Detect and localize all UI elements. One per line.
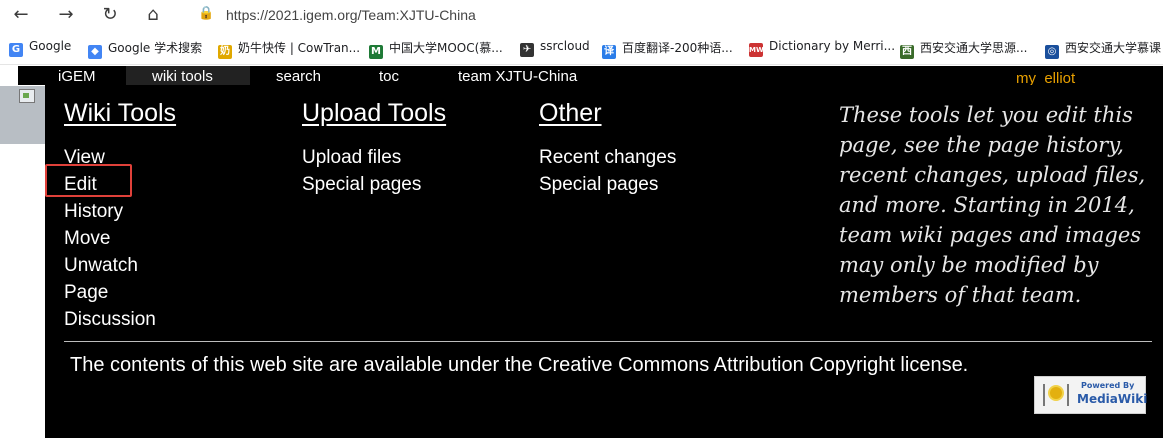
bookmark-baidu-translate[interactable]: 译百度翻译-200种语... (602, 39, 733, 59)
edit-highlight-box (45, 164, 132, 197)
powered-by-text: Powered By (1081, 381, 1135, 390)
back-icon[interactable]: ← (9, 4, 33, 26)
xjtu-icon: 西 (900, 45, 914, 59)
bookmark-label: ssrcloud (540, 39, 590, 53)
tab-team-xjtu-china[interactable]: team XJTU-China (458, 66, 577, 85)
link-recent-changes[interactable]: Recent changes (539, 144, 676, 171)
tab-toc[interactable]: toc (379, 66, 399, 85)
broken-image-icon (19, 89, 35, 103)
license-text: The contents of this web site are availa… (70, 354, 969, 376)
mediawiki-text: MediaWiki (1077, 392, 1148, 406)
link-discussion[interactable]: Discussion (64, 306, 176, 333)
upload-tools-column: Upload Tools Upload files Special pages (302, 99, 446, 198)
bookmark-google[interactable]: G Google (9, 39, 71, 57)
wiki-tools-heading[interactable]: Wiki Tools (64, 99, 176, 128)
igem-top-menu-bar: iGEM wiki tools search toc team XJTU-Chi… (18, 66, 1163, 87)
other-heading[interactable]: Other (539, 99, 676, 128)
broken-image (0, 86, 46, 144)
google-icon: G (9, 43, 23, 57)
bookmark-ssrcloud[interactable]: ✈ ssrcloud (520, 39, 590, 57)
forward-icon[interactable]: → (54, 4, 78, 26)
bookmark-xjtu-siyuan[interactable]: 西西安交通大学思源... (900, 39, 1028, 59)
bookmark-mooc[interactable]: M 中国大学MOOC(慕... (369, 39, 503, 59)
wiki-tools-dropdown: Wiki Tools View Edit History Move Unwatc… (45, 85, 1163, 438)
bookmark-merriam-webster[interactable]: MW Dictionary by Merri... (749, 39, 895, 57)
tab-search[interactable]: search (276, 66, 321, 85)
tab-wiki-tools[interactable]: wiki tools (126, 66, 250, 85)
browser-toolbar: ← → ↻ ⌂ 🔒 https://2021.igem.org/Team:XJT… (0, 0, 1163, 31)
cowtransfer-icon: 奶 (218, 45, 232, 59)
link-special-pages-other[interactable]: Special pages (539, 171, 676, 198)
bookmark-label: 中国大学MOOC(慕... (389, 41, 503, 55)
home-icon[interactable]: ⌂ (141, 4, 165, 26)
bookmarks-bar: G Google ◆ Google 学术搜索 奶奶牛快传 | CowTran... … (0, 31, 1163, 65)
bookmark-label: 百度翻译-200种语... (622, 41, 733, 55)
wiki-tools-description: These tools let you edit this page, see … (839, 103, 1146, 307)
bookmark-label: Google (29, 39, 72, 53)
xjtu-mooc-icon: ◎ (1045, 45, 1059, 59)
bookmark-label: Google 学术搜索 (108, 41, 203, 55)
reload-icon[interactable]: ↻ (98, 4, 122, 26)
address-bar[interactable]: 🔒 https://2021.igem.org/Team:XJTU-China (188, 3, 1163, 27)
bookmark-xjtu-mooc[interactable]: ◎ 西安交通大学慕课 (1045, 39, 1162, 59)
url-text[interactable]: https://2021.igem.org/Team:XJTU-China (226, 7, 476, 23)
link-special-pages[interactable]: Special pages (302, 171, 446, 198)
wiki-tools-column: Wiki Tools View Edit History Move Unwatc… (64, 99, 176, 333)
bookmark-label: 西安交通大学慕课 (1065, 41, 1162, 55)
mooc-icon: M (369, 45, 383, 59)
lock-icon: 🔒 (198, 6, 215, 21)
ssrcloud-icon: ✈ (520, 43, 534, 57)
bookmark-label: 西安交通大学思源... (920, 41, 1028, 55)
bookmark-cowtransfer[interactable]: 奶奶牛快传 | CowTran... (218, 39, 361, 59)
link-unwatch[interactable]: Unwatch (64, 252, 176, 279)
merriam-webster-icon: MW (749, 43, 764, 57)
web-page: iGEM wiki tools search toc team XJTU-Chi… (0, 66, 1163, 438)
mediawiki-badge[interactable]: Powered By MediaWiki (1034, 376, 1148, 414)
bookmark-label: Dictionary by Merri... (769, 39, 896, 53)
translate-icon: 译 (602, 45, 616, 59)
link-move[interactable]: Move (64, 225, 176, 252)
scholar-icon: ◆ (88, 45, 102, 59)
link-history[interactable]: History (64, 198, 176, 225)
other-column: Other Recent changes Special pages (539, 99, 676, 198)
link-page[interactable]: Page (64, 279, 176, 306)
mediawiki-flower-icon (1043, 384, 1069, 406)
link-upload-files[interactable]: Upload files (302, 144, 446, 171)
tab-igem[interactable]: iGEM (58, 66, 96, 85)
bookmark-google-scholar[interactable]: ◆ Google 学术搜索 (88, 39, 203, 59)
upload-tools-heading[interactable]: Upload Tools (302, 99, 446, 128)
bookmark-label: 奶牛快传 | CowTran... (238, 41, 361, 55)
divider (64, 341, 1152, 342)
